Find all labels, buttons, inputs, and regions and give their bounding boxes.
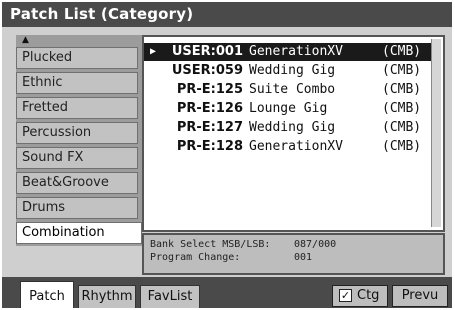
tab-patch[interactable]: Patch [20,281,74,308]
patch-type: (CMB) [382,120,422,135]
program-change-label: Program Change: [150,252,241,263]
category-item-plucked[interactable]: Plucked [16,47,138,69]
category-item-drums[interactable]: Drums [16,197,138,219]
patch-bank-number: PR-E:125 [176,82,243,97]
category-item-combination[interactable]: Combination [16,222,142,244]
window-title: Patch List (Category) [2,2,452,27]
patch-name: GenerationXV [249,139,343,154]
patch-row[interactable]: PR-E:126 Lounge Gig (CMB) [144,100,431,118]
ctg-toggle-button[interactable]: ✓ Ctg [332,285,388,307]
patch-name: Lounge Gig [249,101,328,116]
patch-row[interactable]: PR-E:127 Wedding Gig (CMB) [144,119,431,137]
bottom-bar: Patch Rhythm FavList ✓ Ctg Prevu [2,277,452,308]
patch-type: (CMB) [382,63,422,78]
patch-type: (CMB) [382,82,422,97]
ctg-label: Ctg [357,288,380,303]
patch-bank-number: USER:001 [171,44,243,59]
category-item-beat-groove[interactable]: Beat&Groove [16,172,138,194]
bank-select-label: Bank Select MSB/LSB: [150,239,271,250]
category-item-sound-fx[interactable]: Sound FX [16,147,138,169]
patch-row[interactable]: USER:059 Wedding Gig (CMB) [144,62,431,80]
patch-row[interactable]: PR-E:125 Suite Combo (CMB) [144,81,431,99]
patch-name: Wedding Gig [249,63,336,78]
patch-info-panel: Bank Select MSB/LSB: 087/000 Program Cha… [142,233,445,275]
patch-bank-number: PR-E:128 [176,139,243,154]
patch-name: Suite Combo [249,82,336,97]
bank-select-value: 087/000 [294,239,337,250]
patch-bank-number: PR-E:126 [176,101,243,116]
patch-type: (CMB) [382,139,422,154]
patch-name: GenerationXV [249,44,343,59]
patch-list-scrollbar[interactable] [431,39,441,227]
tab-rhythm[interactable]: Rhythm [78,285,136,308]
preview-button[interactable]: Prevu [392,285,448,307]
patch-bank-number: PR-E:127 [176,120,243,135]
patch-name: Wedding Gig [249,120,336,135]
selection-pointer-icon: ▶ [150,46,157,57]
tab-favlist[interactable]: FavList [140,285,200,308]
checkmark-icon: ✓ [339,289,352,302]
patch-list: ▶ USER:001 GenerationXV (CMB) USER:059 W… [142,35,445,232]
patch-row[interactable]: PR-E:128 GenerationXV (CMB) [144,138,431,156]
category-list: ▲ Plucked Ethnic Fretted Percussion Soun… [16,35,142,246]
category-item-ethnic[interactable]: Ethnic [16,72,138,94]
program-change-value: 001 [294,252,313,263]
patch-type: (CMB) [382,44,422,59]
patch-type: (CMB) [382,101,422,116]
patch-bank-number: USER:059 [171,63,243,78]
patch-list-screen: Patch List (Category) ▲ Plucked Ethnic F… [2,2,452,308]
category-item-fretted[interactable]: Fretted [16,97,138,119]
patch-row[interactable]: ▶ USER:001 GenerationXV (CMB) [144,43,431,61]
category-item-percussion[interactable]: Percussion [16,122,138,144]
scroll-up-icon[interactable]: ▲ [22,35,29,45]
